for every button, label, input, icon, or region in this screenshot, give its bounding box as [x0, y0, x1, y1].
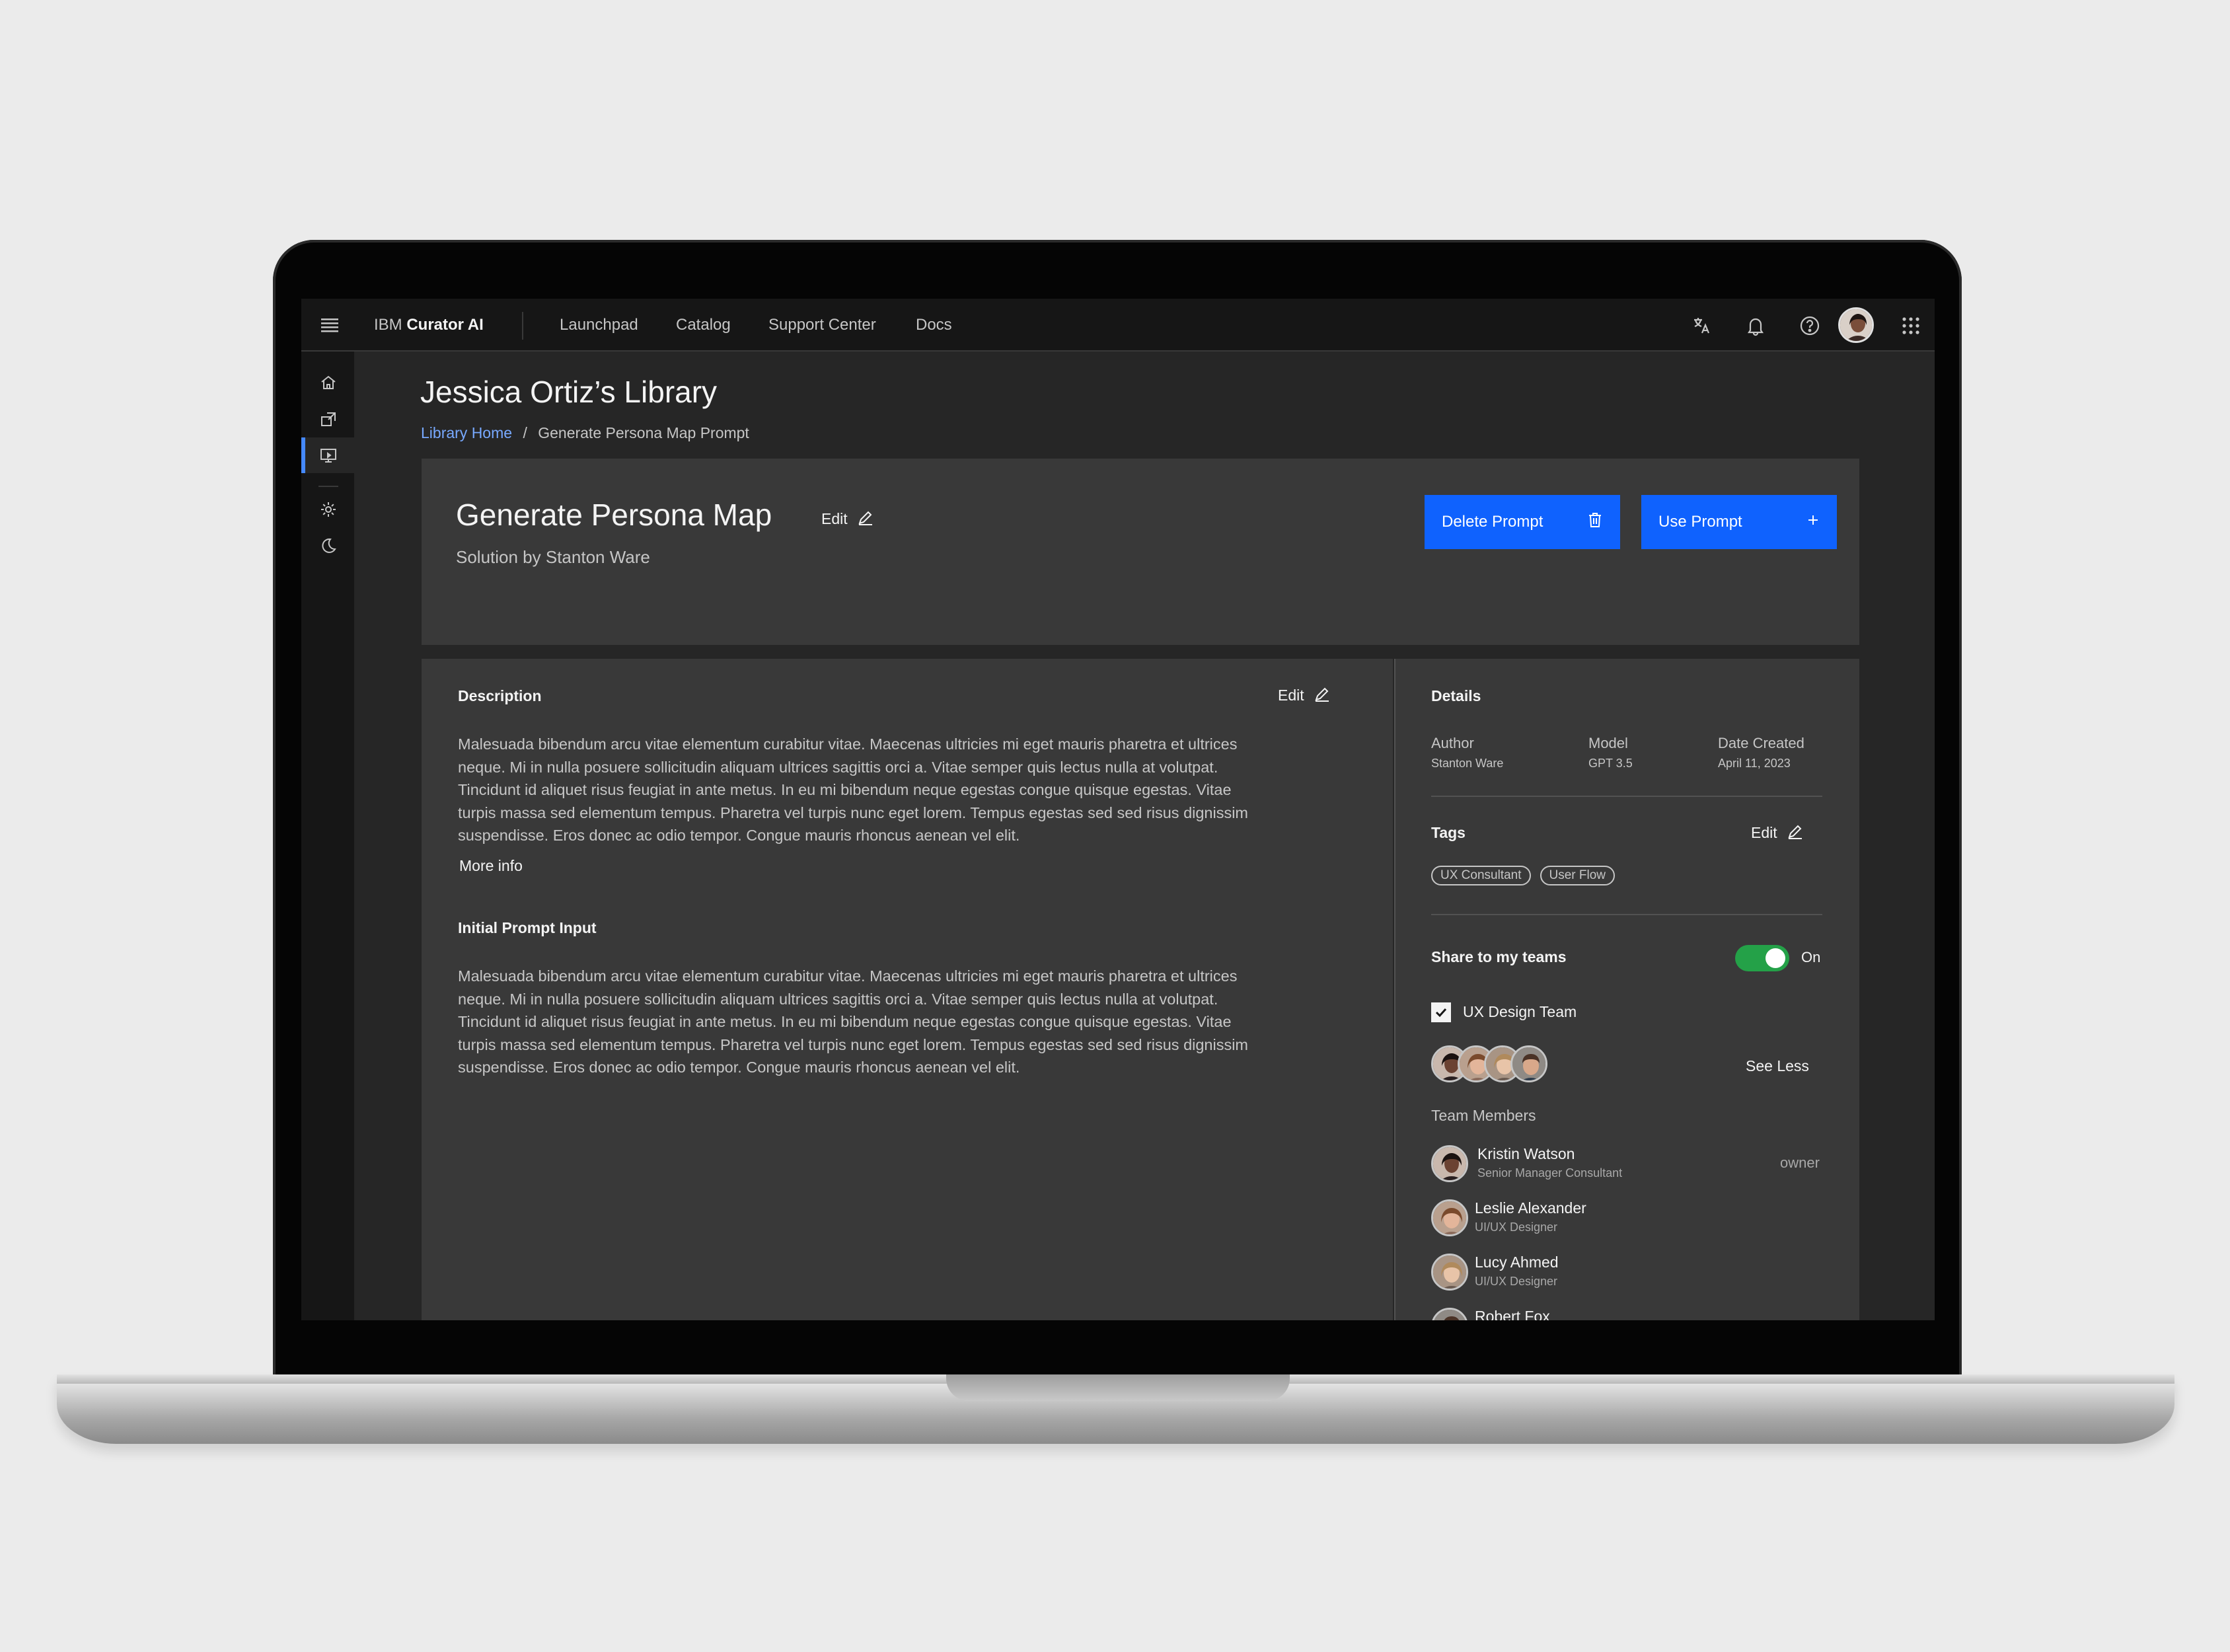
author-value: Stanton Ware — [1431, 757, 1504, 770]
team-checkbox[interactable] — [1431, 1002, 1451, 1022]
delete-prompt-button[interactable]: Delete Prompt — [1425, 495, 1620, 549]
team-name: UX Design Team — [1463, 1003, 1577, 1020]
tag-ux-consultant[interactable]: UX Consultant — [1431, 866, 1531, 885]
trash-icon — [1587, 511, 1603, 533]
owner-badge: owner — [1780, 1154, 1820, 1171]
brand-prefix: IBM — [374, 316, 402, 334]
nav-docs[interactable]: Docs — [916, 316, 952, 334]
user-avatar[interactable] — [1838, 307, 1874, 343]
tags-divider — [1431, 914, 1822, 915]
initial-prompt-body: Malesuada bibendum arcu vitae elementum … — [458, 967, 1249, 1076]
initial-prompt-heading: Initial Prompt Input — [458, 919, 597, 936]
prompt-title: Generate Persona Map — [456, 498, 772, 532]
rail-divider — [318, 486, 338, 487]
avatar — [1431, 1145, 1468, 1182]
tag-list: UX Consultant User Flow — [1431, 866, 1616, 885]
use-prompt-label: Use Prompt — [1658, 513, 1742, 531]
nav-catalog[interactable]: Catalog — [676, 316, 731, 334]
delete-prompt-label: Delete Prompt — [1442, 513, 1543, 531]
member-row: Robert Fox — [1431, 1304, 1828, 1320]
team-members-heading: Team Members — [1431, 1107, 1536, 1124]
avatar — [1510, 1045, 1547, 1082]
nav-support-center[interactable]: Support Center — [768, 316, 876, 334]
details-divider — [1431, 796, 1822, 797]
top-bar: IBM Curator AI Launchpad Catalog Support… — [301, 299, 1935, 352]
description-edit-button[interactable]: Edit — [1278, 685, 1331, 706]
share-label: Share to my teams — [1431, 948, 1567, 965]
share-window-icon[interactable] — [315, 406, 342, 433]
dark-mode-icon[interactable] — [315, 533, 342, 559]
toggle-knob — [1765, 948, 1785, 968]
brand-name: Curator AI — [406, 316, 484, 334]
notification-icon[interactable] — [1744, 315, 1767, 337]
description-edit-label: Edit — [1278, 687, 1304, 704]
member-name: Robert Fox — [1475, 1308, 1550, 1320]
app-switcher-icon[interactable] — [1900, 315, 1921, 336]
member-row: Lucy Ahmed UI/UX Designer — [1431, 1250, 1828, 1292]
app-screen: IBM Curator AI Launchpad Catalog Support… — [301, 299, 1935, 1320]
team-avatar-stack — [1431, 1045, 1557, 1084]
date-created-value: April 11, 2023 — [1718, 757, 1791, 770]
member-row: Leslie Alexander UI/UX Designer — [1431, 1195, 1828, 1238]
prompt-header-card: Generate Persona Map Edit Solution by St… — [422, 459, 1859, 645]
member-role: Senior Manager Consultant — [1477, 1166, 1623, 1180]
tags-edit-button[interactable]: Edit — [1751, 823, 1804, 843]
translate-icon[interactable] — [1690, 315, 1713, 337]
avatar — [1431, 1199, 1468, 1236]
member-name: Kristin Watson — [1477, 1145, 1575, 1162]
date-created-label: Date Created — [1718, 735, 1804, 751]
nav-launchpad[interactable]: Launchpad — [560, 316, 638, 334]
author-label: Author — [1431, 735, 1474, 751]
member-row: Kristin Watson Senior Manager Consultant… — [1431, 1141, 1828, 1183]
brand-divider — [522, 312, 523, 340]
details-panel-border — [1394, 659, 1395, 1320]
member-role: UI/UX Designer — [1475, 1275, 1558, 1288]
share-state: On — [1801, 949, 1821, 965]
side-rail — [301, 352, 355, 1320]
more-info-link[interactable]: More info — [459, 857, 523, 875]
details-panel: Details Author Stanton Ware Model GPT 3.… — [1394, 659, 1859, 1320]
model-value: GPT 3.5 — [1588, 757, 1633, 770]
details-heading: Details — [1431, 687, 1481, 704]
pencil-icon — [1314, 685, 1331, 706]
description-card: Description Edit Malesuada bibendum arcu… — [422, 659, 1393, 1320]
prompt-edit-label: Edit — [821, 510, 848, 527]
home-icon[interactable] — [315, 369, 342, 396]
prompt-edit-button[interactable]: Edit — [821, 509, 874, 529]
member-role: UI/UX Designer — [1475, 1220, 1558, 1234]
plus-icon — [1806, 513, 1820, 531]
use-prompt-button[interactable]: Use Prompt — [1641, 495, 1837, 549]
description-heading: Description — [458, 687, 542, 704]
prompt-subtitle: Solution by Stanton Ware — [456, 547, 650, 567]
settings-icon[interactable] — [315, 496, 342, 523]
avatar — [1431, 1254, 1468, 1291]
page-title: Jessica Ortiz’s Library — [420, 375, 718, 409]
laptop-notch — [946, 1374, 1290, 1401]
tags-heading: Tags — [1431, 824, 1466, 841]
library-icon[interactable] — [315, 442, 342, 469]
share-toggle[interactable] — [1735, 945, 1789, 971]
breadcrumb-current: Generate Persona Map Prompt — [538, 424, 749, 441]
pencil-icon — [857, 509, 874, 529]
breadcrumb-home-link[interactable]: Library Home — [421, 424, 512, 441]
help-icon[interactable] — [1799, 315, 1821, 337]
main-content: Jessica Ortiz’s Library Library Home / G… — [355, 352, 1935, 1320]
rail-active-bar — [301, 437, 305, 473]
tag-user-flow[interactable]: User Flow — [1540, 866, 1616, 885]
breadcrumb-separator: / — [523, 424, 527, 441]
menu-icon[interactable] — [320, 316, 340, 334]
brand[interactable]: IBM Curator AI — [374, 316, 484, 334]
breadcrumb: Library Home / Generate Persona Map Prom… — [421, 424, 749, 442]
member-name: Lucy Ahmed — [1475, 1254, 1559, 1271]
description-body: Malesuada bibendum arcu vitae elementum … — [458, 735, 1249, 844]
see-less-link[interactable]: See Less — [1746, 1057, 1809, 1075]
pencil-icon — [1787, 823, 1804, 843]
member-name: Leslie Alexander — [1475, 1199, 1586, 1217]
model-label: Model — [1588, 735, 1628, 751]
avatar — [1431, 1308, 1468, 1320]
tags-edit-label: Edit — [1751, 824, 1777, 841]
